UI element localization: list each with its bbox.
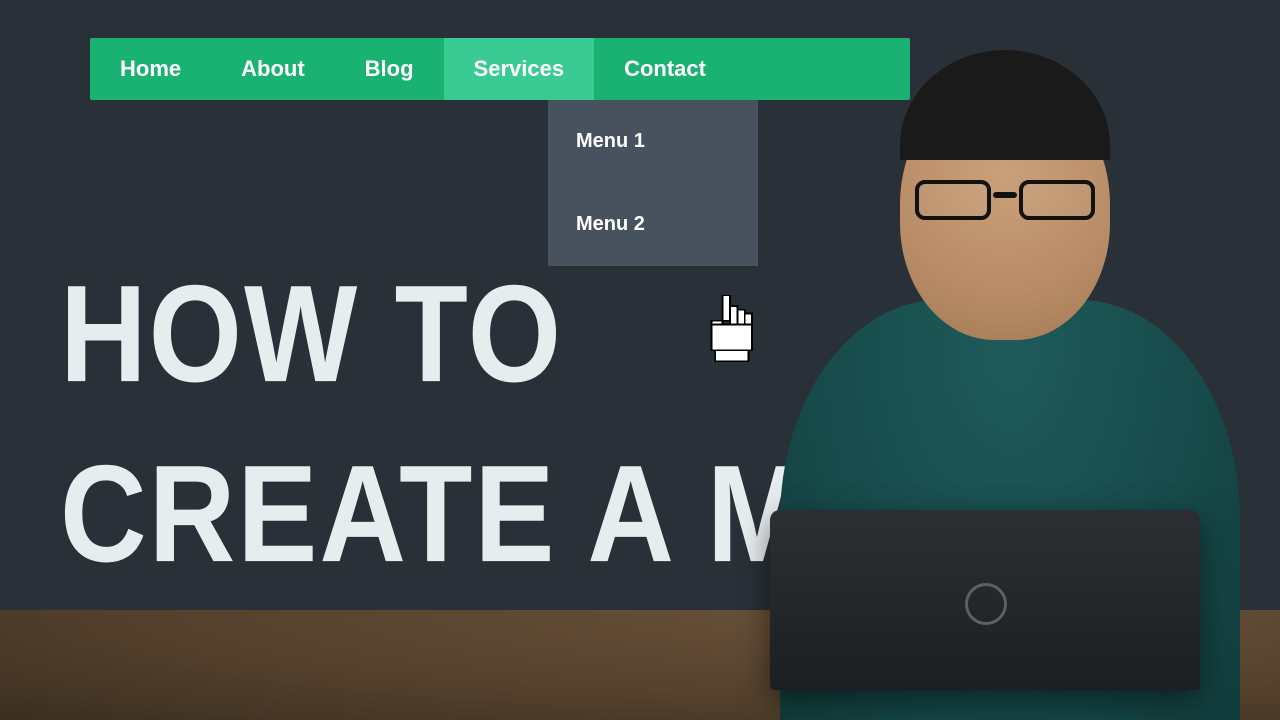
- headline-line-1: HOW TO: [60, 265, 1068, 403]
- dropdown-item-menu-1[interactable]: Menu 1: [548, 100, 758, 183]
- dropdown-item-label: Menu 1: [576, 130, 645, 152]
- services-dropdown: Menu 1 Menu 2: [548, 100, 758, 266]
- nav-item-label: Blog: [365, 56, 414, 82]
- nav-item-services[interactable]: Services: [444, 38, 595, 100]
- nav-item-about[interactable]: About: [211, 38, 335, 100]
- headline-line-2: CREATE A MENU: [60, 445, 1068, 583]
- nav-item-label: Services: [474, 56, 565, 82]
- headline: HOW TO CREATE A MENU: [60, 265, 1068, 565]
- nav-item-label: Home: [120, 56, 181, 82]
- main-nav: Home About Blog Services Contact: [90, 38, 910, 100]
- nav-item-home[interactable]: Home: [90, 38, 211, 100]
- nav-item-label: Contact: [624, 56, 706, 82]
- nav-item-blog[interactable]: Blog: [335, 38, 444, 100]
- dropdown-item-label: Menu 2: [576, 213, 645, 235]
- desk-surface: [0, 610, 1280, 720]
- nav-item-contact[interactable]: Contact: [594, 38, 736, 100]
- nav-item-label: About: [241, 56, 305, 82]
- dropdown-item-menu-2[interactable]: Menu 2: [548, 183, 758, 266]
